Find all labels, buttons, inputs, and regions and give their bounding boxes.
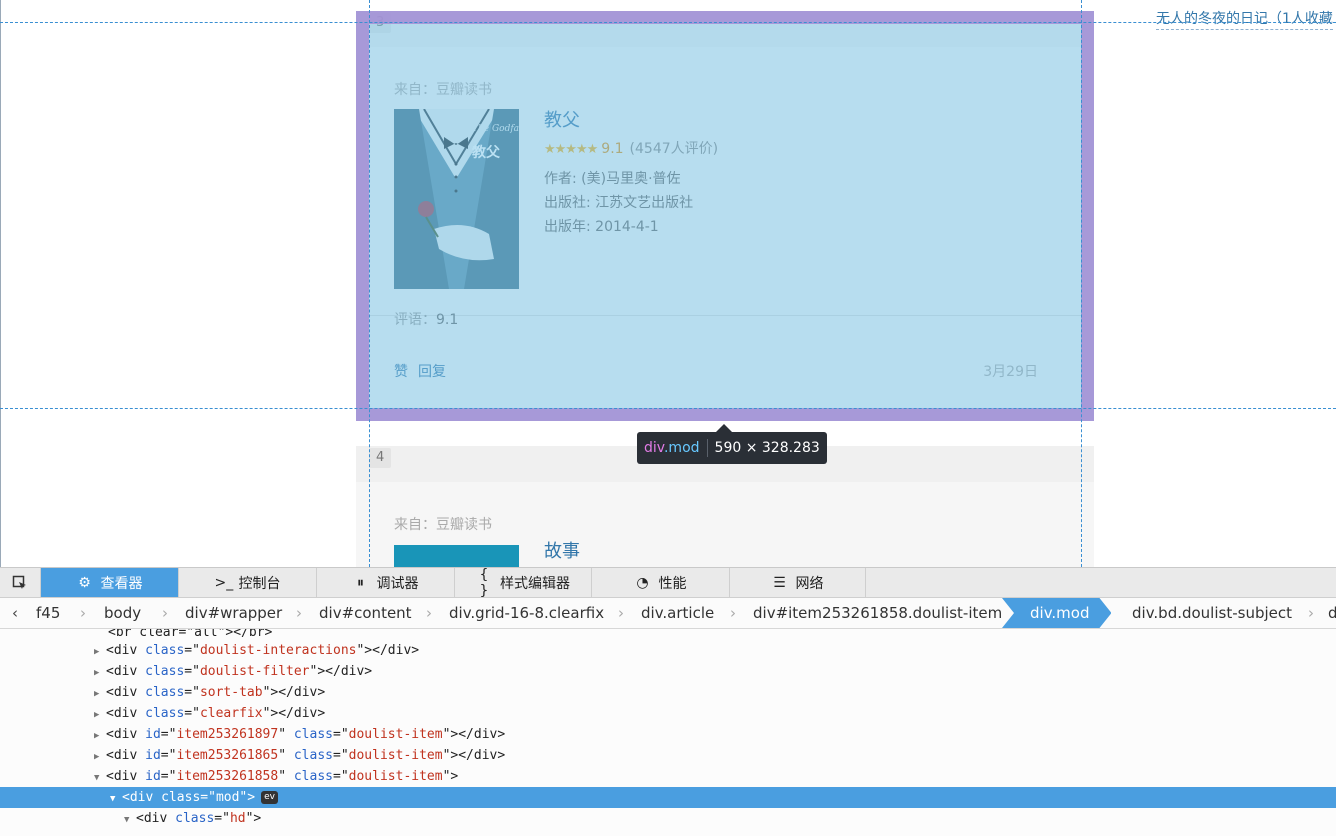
collapse-arrow-icon[interactable]: ▼ — [124, 810, 136, 831]
collapse-arrow-icon[interactable]: ▼ — [110, 789, 122, 810]
breadcrumb-item[interactable]: div.article — [641, 598, 714, 628]
chevron-right-icon: › — [618, 604, 624, 622]
node-text: <br clear="all"></br> — [108, 629, 273, 640]
web-page: 无人的冬夜的日记（1人收藏 3 来自：豆瓣读书 — [0, 0, 1336, 567]
tab-inspector[interactable]: ⚙ 查看器 — [41, 568, 179, 597]
doulist-link[interactable]: 无人的冬夜的日记（1人收藏 — [1156, 8, 1333, 30]
chevron-right-icon: › — [162, 604, 168, 622]
tab-label: 网络 — [795, 575, 824, 592]
expand-arrow-icon[interactable]: ▶ — [94, 684, 106, 705]
tab-debugger[interactable]: ⏸ 调试器 — [317, 568, 455, 597]
breadcrumb-item[interactable]: div.grid-16-8.clearfix — [449, 598, 604, 628]
book-title-link[interactable]: 故事 — [544, 540, 580, 564]
breadcrumb-item[interactable]: div.bd.doulist-subject — [1132, 598, 1292, 628]
performance-icon: ◔ — [636, 574, 649, 591]
chevron-right-icon: › — [80, 604, 86, 622]
console-icon: >_ — [214, 574, 234, 591]
breadcrumb-item[interactable]: d — [1328, 598, 1336, 628]
tab-network[interactable]: ☰ 网络 — [730, 568, 866, 597]
item-number: 4 — [369, 448, 392, 468]
tab-label: 查看器 — [100, 575, 143, 592]
tab-label: 调试器 — [376, 575, 419, 592]
markup-node[interactable]: ▼ <div class="hd"> — [0, 808, 1336, 829]
expand-arrow-icon[interactable]: ▶ — [94, 726, 106, 747]
tab-style-editor[interactable]: { } 样式编辑器 — [455, 566, 592, 599]
markup-node[interactable]: ▶ <div id="item253261865" class="doulist-… — [0, 745, 1336, 766]
chevron-right-icon: › — [296, 604, 302, 622]
element-highlight-content — [369, 24, 1081, 408]
expand-arrow-icon[interactable]: ▶ — [94, 705, 106, 726]
breadcrumb-item[interactable]: body — [104, 598, 141, 628]
book-cover[interactable] — [394, 545, 519, 567]
card-body: 来自：豆瓣读书 故事 — [356, 482, 1094, 567]
tab-performance[interactable]: ◔ 性能 — [592, 568, 730, 597]
inspector-icon: ⚙ — [78, 574, 91, 591]
markup-node[interactable]: ▶ <div class="clearfix"></div> — [0, 703, 1336, 724]
debugger-icon: ⏸ — [357, 574, 364, 591]
highlight-guide-bottom — [0, 408, 1336, 409]
markup-node[interactable]: ▶ <div class="sort-tab"></div> — [0, 682, 1336, 703]
element-picker-icon — [12, 575, 26, 589]
markup-node[interactable]: ▶ <div id="item253261897" class="doulist-… — [0, 724, 1336, 745]
highlight-guide-left — [369, 0, 370, 567]
devtools-panel: ⚙ 查看器 >_ 控制台 ⏸ 调试器 { } 样式编辑器 ◔ 性能 ☰ 网络 ‹ f45 ›… — [0, 567, 1336, 836]
expand-arrow-icon[interactable]: ▶ — [94, 642, 106, 663]
infobar-class: .mod — [663, 440, 700, 456]
markup-node-selected[interactable]: ▼ <div class="mod"> ev — [0, 787, 1336, 808]
doulist-item-card: 4 来自：豆瓣读书 故事 — [356, 446, 1094, 567]
viewport-edge — [0, 0, 1, 567]
markup-node[interactable]: ▶ <div class="doulist-filter"></div> — [0, 661, 1336, 682]
devtools-toolbar: ⚙ 查看器 >_ 控制台 ⏸ 调试器 { } 样式编辑器 ◔ 性能 ☰ 网络 — [0, 566, 1336, 599]
markup-node[interactable]: ▼ <div id="item253261858" class="doulist-… — [0, 766, 1336, 787]
infobar-tag: div — [644, 440, 664, 456]
tab-label: 控制台 — [238, 575, 281, 592]
breadcrumb-item[interactable]: div#content — [319, 598, 412, 628]
expand-arrow-icon[interactable]: ▶ — [94, 747, 106, 768]
breadcrumb-scroll-left-icon[interactable]: ‹ — [12, 604, 18, 622]
inspector-infobar: div.mod 590 × 328.283 — [637, 432, 827, 464]
element-picker-button[interactable] — [0, 568, 41, 597]
breadcrumb-item[interactable]: div#item253261858.doulist-item — [753, 598, 1002, 628]
collapse-arrow-icon[interactable]: ▼ — [94, 768, 106, 789]
book-info: 故事 — [544, 540, 580, 564]
chevron-right-icon: › — [426, 604, 432, 622]
breadcrumb-item-selected[interactable]: div.mod — [1002, 598, 1111, 628]
highlight-guide-right — [1081, 0, 1082, 567]
expand-arrow-icon[interactable]: ▶ — [94, 663, 106, 684]
markup-node[interactable]: ▶ <div class="doulist-interactions"></div… — [0, 640, 1336, 661]
chevron-right-icon: › — [1308, 604, 1314, 622]
tab-console[interactable]: >_ 控制台 — [179, 568, 317, 597]
source-label: 来自：豆瓣读书 — [394, 517, 492, 533]
breadcrumb: ‹ f45 › body › div#wrapper › div#content… — [0, 598, 1336, 629]
chevron-right-icon: › — [730, 604, 736, 622]
style-editor-icon: { } — [479, 566, 489, 599]
tab-label: 样式编辑器 — [500, 575, 570, 592]
markup-view: <br clear="all"></br> ▶ <div class="douli… — [0, 629, 1336, 836]
breadcrumb-item[interactable]: f45 — [36, 598, 60, 628]
network-icon: ☰ — [773, 574, 786, 591]
tooltip-arrow — [716, 424, 732, 432]
event-badge[interactable]: ev — [261, 791, 278, 804]
infobar-size: 590 × 328.283 — [714, 440, 820, 456]
breadcrumb-item[interactable]: div#wrapper — [185, 598, 282, 628]
highlight-guide-top — [0, 22, 1336, 23]
tab-label: 性能 — [658, 575, 687, 592]
